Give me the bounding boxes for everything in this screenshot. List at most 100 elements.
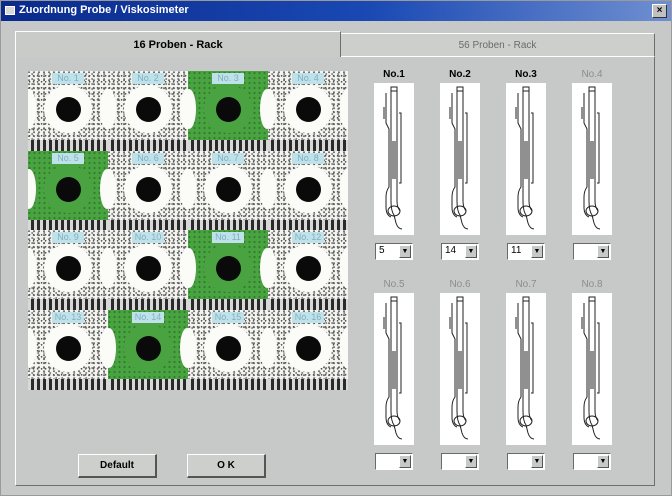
chevron-down-icon[interactable]: ▼ [399,245,411,258]
rack-position[interactable]: No. 8 [268,150,348,231]
rack-position[interactable]: No. 14 [108,309,188,390]
rack-notch [260,248,268,288]
rack-barcode [188,299,268,310]
rack-barcode [268,378,348,390]
chevron-down-icon[interactable]: ▼ [399,455,411,468]
viscometer-label: No.4 [581,69,603,80]
rack-position[interactable]: No. 9 [28,230,108,310]
rack-position-label: No. 8 [292,152,324,164]
rack-notch [188,89,196,129]
rack-notch [268,327,276,368]
rack-position[interactable]: No. 7 [188,150,268,231]
rack-notch [28,248,36,288]
chevron-down-icon[interactable]: ▼ [597,455,609,468]
rack-position[interactable]: No. 16 [268,309,348,390]
chevron-down-icon[interactable]: ▼ [465,455,477,468]
rack-position[interactable]: No. 10 [108,230,188,310]
rack-notch [188,327,196,368]
rack-barcode [108,140,188,151]
sample-hole-icon [296,97,321,122]
viscometer-image [440,293,480,445]
default-button[interactable]: Default [78,454,157,478]
sample-hole-icon [296,256,321,281]
sample-hole-icon [136,335,161,361]
sample-select[interactable]: ▼ [441,453,479,470]
sample-select[interactable]: ▼ [573,453,611,470]
rack-notch [180,327,188,368]
rack-position[interactable]: No. 12 [268,230,348,310]
viscometer-image [506,83,546,235]
sample-select-value: 14 [445,245,457,256]
ok-button[interactable]: O K [187,454,266,478]
rack-position-label: No. 4 [292,73,324,84]
sample-hole-icon [216,97,241,122]
viscometer-label: No.2 [449,69,471,80]
viscometer-tube-icon [581,86,601,230]
sample-rack-grid: No. 1 No. 2 No. 3 No. 4 No. 5 No. 6 No. 7 No. 8… [28,71,348,390]
rack-notch [100,89,108,129]
viscometer-label: No.1 [383,69,405,80]
sample-select[interactable]: 14 ▼ [441,243,479,260]
sample-hole-icon [56,97,81,122]
rack-position-label: No. 5 [52,152,84,164]
rack-position-label: No. 9 [52,232,84,243]
rack-position[interactable]: No. 6 [108,150,188,231]
viscometer-label: No.8 [581,279,603,290]
sample-hole-icon [136,97,161,122]
sample-hole-icon [216,335,241,361]
chevron-down-icon[interactable]: ▼ [531,455,543,468]
viscometer-label: No.5 [383,279,405,290]
title-bar[interactable]: Zuordnung Probe / Viskosimeter × [1,1,671,21]
tab-56-proben-rack[interactable]: 56 Proben - Rack [341,33,655,57]
rack-notch [340,89,348,129]
rack-barcode [188,378,268,390]
rack-notch [180,248,188,288]
sample-hole-icon [136,176,161,202]
rack-barcode [268,140,348,151]
sample-select[interactable]: 5 ▼ [375,243,413,260]
sample-select[interactable]: ▼ [507,453,545,470]
sample-select[interactable]: ▼ [573,243,611,260]
rack-barcode [108,219,188,231]
sample-select[interactable]: ▼ [375,453,413,470]
rack-position-label: No. 10 [132,232,164,243]
chevron-down-icon[interactable]: ▼ [597,245,609,258]
rack-position[interactable]: No. 3 [188,71,268,151]
rack-notch [28,89,36,129]
sample-hole-icon [296,176,321,202]
rack-notch [260,327,268,368]
sample-hole-icon [216,176,241,202]
viscometer-tube-icon [515,86,535,230]
rack-position[interactable]: No. 11 [188,230,268,310]
rack-position[interactable]: No. 1 [28,71,108,151]
rack-notch [188,248,196,288]
viscometer-label: No.7 [515,279,537,290]
rack-position-label: No. 7 [212,152,244,164]
viscometer-image [440,83,480,235]
rack-position[interactable]: No. 15 [188,309,268,390]
rack-position[interactable]: No. 2 [108,71,188,151]
rack-position-label: No. 13 [52,311,84,323]
viscometer-label: No.3 [515,69,537,80]
window-title: Zuordnung Probe / Viskosimeter [19,4,189,16]
rack-position[interactable]: No. 5 [28,150,108,231]
rack-barcode [188,219,268,231]
viscometer-image [374,293,414,445]
rack-notch [28,327,36,368]
chevron-down-icon[interactable]: ▼ [531,245,543,258]
rack-barcode [28,378,108,390]
rack-notch [340,327,348,368]
rack-position[interactable]: No. 4 [268,71,348,151]
rack-position-label: No. 16 [292,311,324,323]
sample-select-value: 5 [379,245,385,256]
rack-barcode [268,299,348,310]
chevron-down-icon[interactable]: ▼ [465,245,477,258]
rack-position-label: No. 14 [132,311,164,323]
rack-position[interactable]: No. 13 [28,309,108,390]
sample-select[interactable]: 11 ▼ [507,243,545,260]
sample-hole-icon [56,335,81,361]
tab-16-proben-rack[interactable]: 16 Proben - Rack [15,31,341,57]
rack-notch [260,89,268,129]
close-button[interactable]: × [652,4,667,18]
rack-position-label: No. 15 [212,311,244,323]
